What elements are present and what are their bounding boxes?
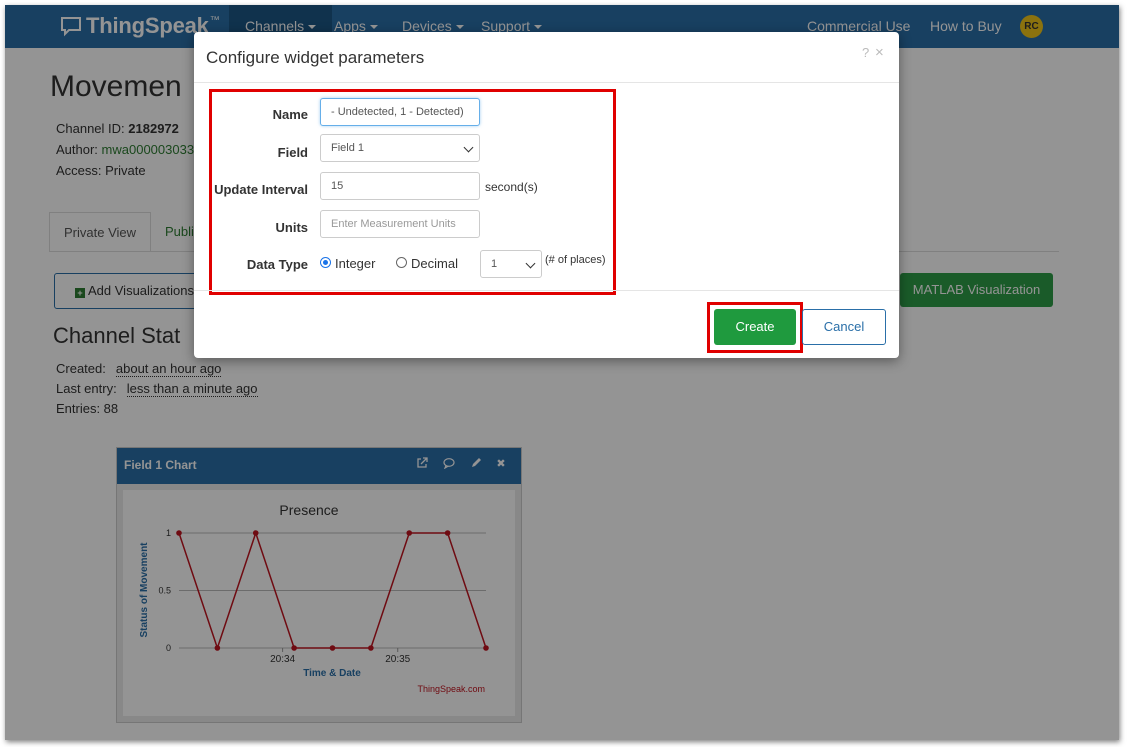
modal-header-divider [194, 82, 899, 83]
configure-widget-modal: Configure widget parameters ? × Name - U… [194, 32, 899, 358]
create-button[interactable]: Create [714, 309, 796, 345]
app-frame: ThingSpeak ™ Channels Apps Devices Suppo… [5, 5, 1119, 740]
modal-close-icon[interactable]: × [875, 44, 884, 61]
form-highlight-box [209, 89, 616, 295]
help-icon[interactable]: ? [862, 45, 869, 60]
cancel-button[interactable]: Cancel [802, 309, 886, 345]
modal-title: Configure widget parameters [206, 48, 425, 67]
modal-footer-divider [194, 290, 899, 291]
